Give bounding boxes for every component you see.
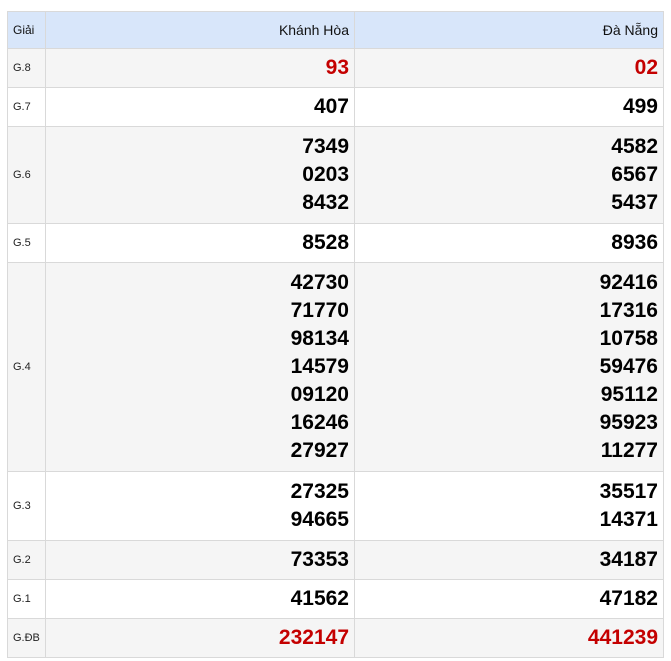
table-row: G.6 7349 0203 8432 4582 6567 5437 bbox=[7, 126, 664, 224]
prize-label: G.8 bbox=[7, 48, 46, 88]
prize-label: G.ĐB bbox=[7, 618, 46, 658]
winning-number: 02 bbox=[634, 56, 658, 79]
da-nang-numbers: 47182 bbox=[354, 579, 664, 619]
winning-number: 17316 bbox=[599, 299, 658, 322]
winning-number: 14579 bbox=[290, 355, 349, 378]
winning-number: 42730 bbox=[290, 271, 349, 294]
khanh-hoa-numbers: 93 bbox=[45, 48, 355, 88]
khanh-hoa-numbers: 41562 bbox=[45, 579, 355, 619]
winning-number: 93 bbox=[325, 56, 349, 79]
winning-number: 441239 bbox=[587, 626, 658, 649]
da-nang-numbers: 34187 bbox=[354, 540, 664, 580]
winning-number: 47182 bbox=[599, 587, 658, 610]
winning-number: 8528 bbox=[302, 231, 349, 254]
winning-number: 34187 bbox=[599, 548, 658, 571]
prize-label: G.6 bbox=[7, 126, 46, 224]
lottery-results-table: Giải Khánh Hòa Đà Nẵng G.8 93 02 G.7 407 499 G… bbox=[7, 11, 664, 658]
winning-number: 95923 bbox=[599, 411, 658, 434]
winning-number: 4582 bbox=[611, 135, 658, 158]
results-body: G.8 93 02 G.7 407 499 G.6 7349 0203 8432 4582 6567 5… bbox=[7, 48, 664, 658]
province-header-khanh-hoa: Khánh Hòa bbox=[45, 11, 355, 49]
prize-column-header: Giải bbox=[7, 11, 46, 49]
khanh-hoa-numbers: 73353 bbox=[45, 540, 355, 580]
winning-number: 8936 bbox=[611, 231, 658, 254]
table-row: G.7 407 499 bbox=[7, 87, 664, 127]
winning-number: 11277 bbox=[600, 439, 658, 462]
winning-number: 73353 bbox=[290, 548, 349, 571]
winning-number: 6567 bbox=[611, 163, 658, 186]
winning-number: 59476 bbox=[599, 355, 658, 378]
da-nang-numbers: 4582 6567 5437 bbox=[354, 126, 664, 224]
winning-number: 71770 bbox=[290, 299, 349, 322]
winning-number: 8432 bbox=[302, 191, 349, 214]
khanh-hoa-numbers: 42730 71770 98134 14579 09120 16246 27927 bbox=[45, 262, 355, 472]
winning-number: 16246 bbox=[290, 411, 349, 434]
winning-number: 94665 bbox=[290, 508, 349, 531]
prize-label: G.7 bbox=[7, 87, 46, 127]
table-row: G.ĐB 232147 441239 bbox=[7, 618, 664, 658]
winning-number: 98134 bbox=[290, 327, 349, 350]
winning-number: 09120 bbox=[290, 383, 349, 406]
province-header-da-nang: Đà Nẵng bbox=[354, 11, 664, 49]
winning-number: 14371 bbox=[599, 508, 658, 531]
khanh-hoa-numbers: 8528 bbox=[45, 223, 355, 263]
winning-number: 27927 bbox=[290, 439, 349, 462]
prize-label: G.5 bbox=[7, 223, 46, 263]
winning-number: 41562 bbox=[290, 587, 349, 610]
table-row: G.1 41562 47182 bbox=[7, 579, 664, 619]
table-row: G.5 8528 8936 bbox=[7, 223, 664, 263]
winning-number: 35517 bbox=[599, 480, 658, 503]
table-row: G.4 42730 71770 98134 14579 09120 16246 27927 92… bbox=[7, 262, 664, 472]
prize-label: G.2 bbox=[7, 540, 46, 580]
prize-label: G.4 bbox=[7, 262, 46, 472]
winning-number: 5437 bbox=[611, 191, 658, 214]
winning-number: 95112 bbox=[600, 383, 658, 406]
table-header-row: Giải Khánh Hòa Đà Nẵng bbox=[7, 11, 664, 49]
khanh-hoa-numbers: 27325 94665 bbox=[45, 471, 355, 541]
winning-number: 0203 bbox=[302, 163, 349, 186]
da-nang-numbers: 02 bbox=[354, 48, 664, 88]
prize-label: G.3 bbox=[7, 471, 46, 541]
winning-number: 232147 bbox=[278, 626, 349, 649]
khanh-hoa-numbers: 7349 0203 8432 bbox=[45, 126, 355, 224]
winning-number: 7349 bbox=[302, 135, 349, 158]
winning-number: 92416 bbox=[599, 271, 658, 294]
prize-label: G.1 bbox=[7, 579, 46, 619]
khanh-hoa-numbers: 407 bbox=[45, 87, 355, 127]
table-row: G.2 73353 34187 bbox=[7, 540, 664, 580]
da-nang-numbers: 92416 17316 10758 59476 95112 95923 11277 bbox=[354, 262, 664, 472]
table-row: G.8 93 02 bbox=[7, 48, 664, 88]
winning-number: 27325 bbox=[290, 480, 349, 503]
khanh-hoa-numbers: 232147 bbox=[45, 618, 355, 658]
da-nang-numbers: 8936 bbox=[354, 223, 664, 263]
da-nang-numbers: 441239 bbox=[354, 618, 664, 658]
winning-number: 499 bbox=[622, 95, 658, 118]
winning-number: 10758 bbox=[599, 327, 658, 350]
winning-number: 407 bbox=[313, 95, 349, 118]
lottery-results-panel: Giải Khánh Hòa Đà Nẵng G.8 93 02 G.7 407 499 G… bbox=[7, 11, 664, 658]
da-nang-numbers: 35517 14371 bbox=[354, 471, 664, 541]
da-nang-numbers: 499 bbox=[354, 87, 664, 127]
table-row: G.3 27325 94665 35517 14371 bbox=[7, 471, 664, 541]
